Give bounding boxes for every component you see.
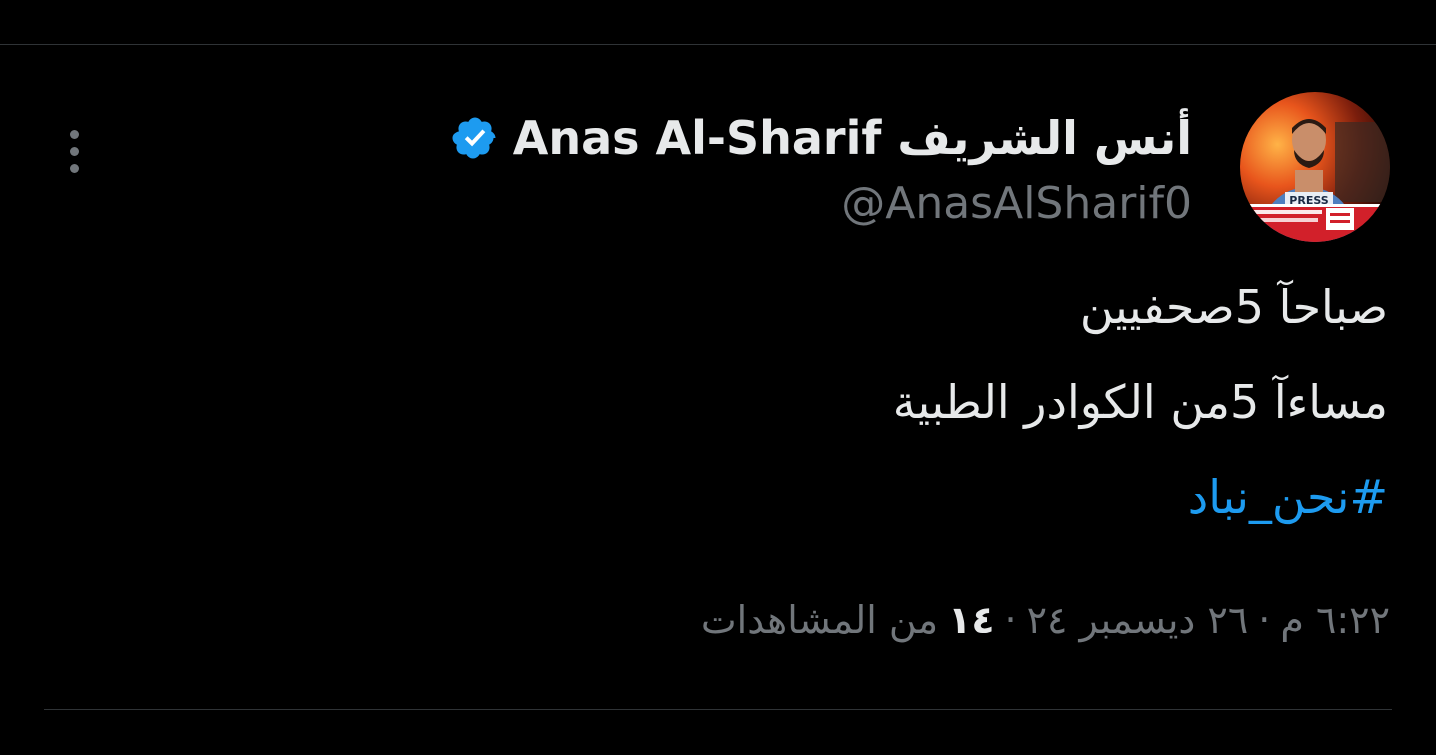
tweet-date[interactable]: ٢٦ ديسمبر ٢٤ xyxy=(1027,598,1249,642)
views-label: من المشاهدات xyxy=(700,598,939,642)
more-dot xyxy=(69,129,79,139)
avatar[interactable]: PRESS xyxy=(1240,92,1390,242)
more-dot xyxy=(69,163,79,173)
tweet-line-2: مساءآ 5من الكوادر الطبية xyxy=(892,375,1388,429)
top-divider xyxy=(0,44,1436,45)
views-count[interactable]: ١٤ xyxy=(948,598,994,642)
avatar-image: PRESS xyxy=(1240,92,1390,242)
meta-separator: · xyxy=(1258,598,1271,642)
author-handle[interactable]: @AnasAlSharif0 xyxy=(841,178,1192,229)
more-options-icon[interactable] xyxy=(58,122,90,180)
tweet-text: صباحآ 5صحفيين مساءآ 5من الكوادر الطبية #… xyxy=(288,282,1388,522)
bottom-divider xyxy=(44,709,1392,710)
author-display-name: أنس الشريف Anas Al-Sharif xyxy=(512,111,1192,165)
meta-separator: · xyxy=(1004,598,1017,642)
tweet-screen: أنس الشريف Anas Al-Sharif @AnasAlSharif0… xyxy=(0,0,1436,755)
tweet-time[interactable]: ٦:٢٢ م xyxy=(1280,598,1390,642)
tweet-meta: ٦:٢٢ م · ٢٦ ديسمبر ٢٤ · ١٤ من المشاهدات xyxy=(701,598,1390,642)
hashtag-link[interactable]: #نحن_نباد xyxy=(1188,472,1388,522)
author-name-row[interactable]: أنس الشريف Anas Al-Sharif xyxy=(451,106,1192,170)
more-dot xyxy=(69,146,79,156)
tweet-line-1: صباحآ 5صحفيين xyxy=(1079,280,1388,334)
verified-badge-icon xyxy=(452,117,496,159)
